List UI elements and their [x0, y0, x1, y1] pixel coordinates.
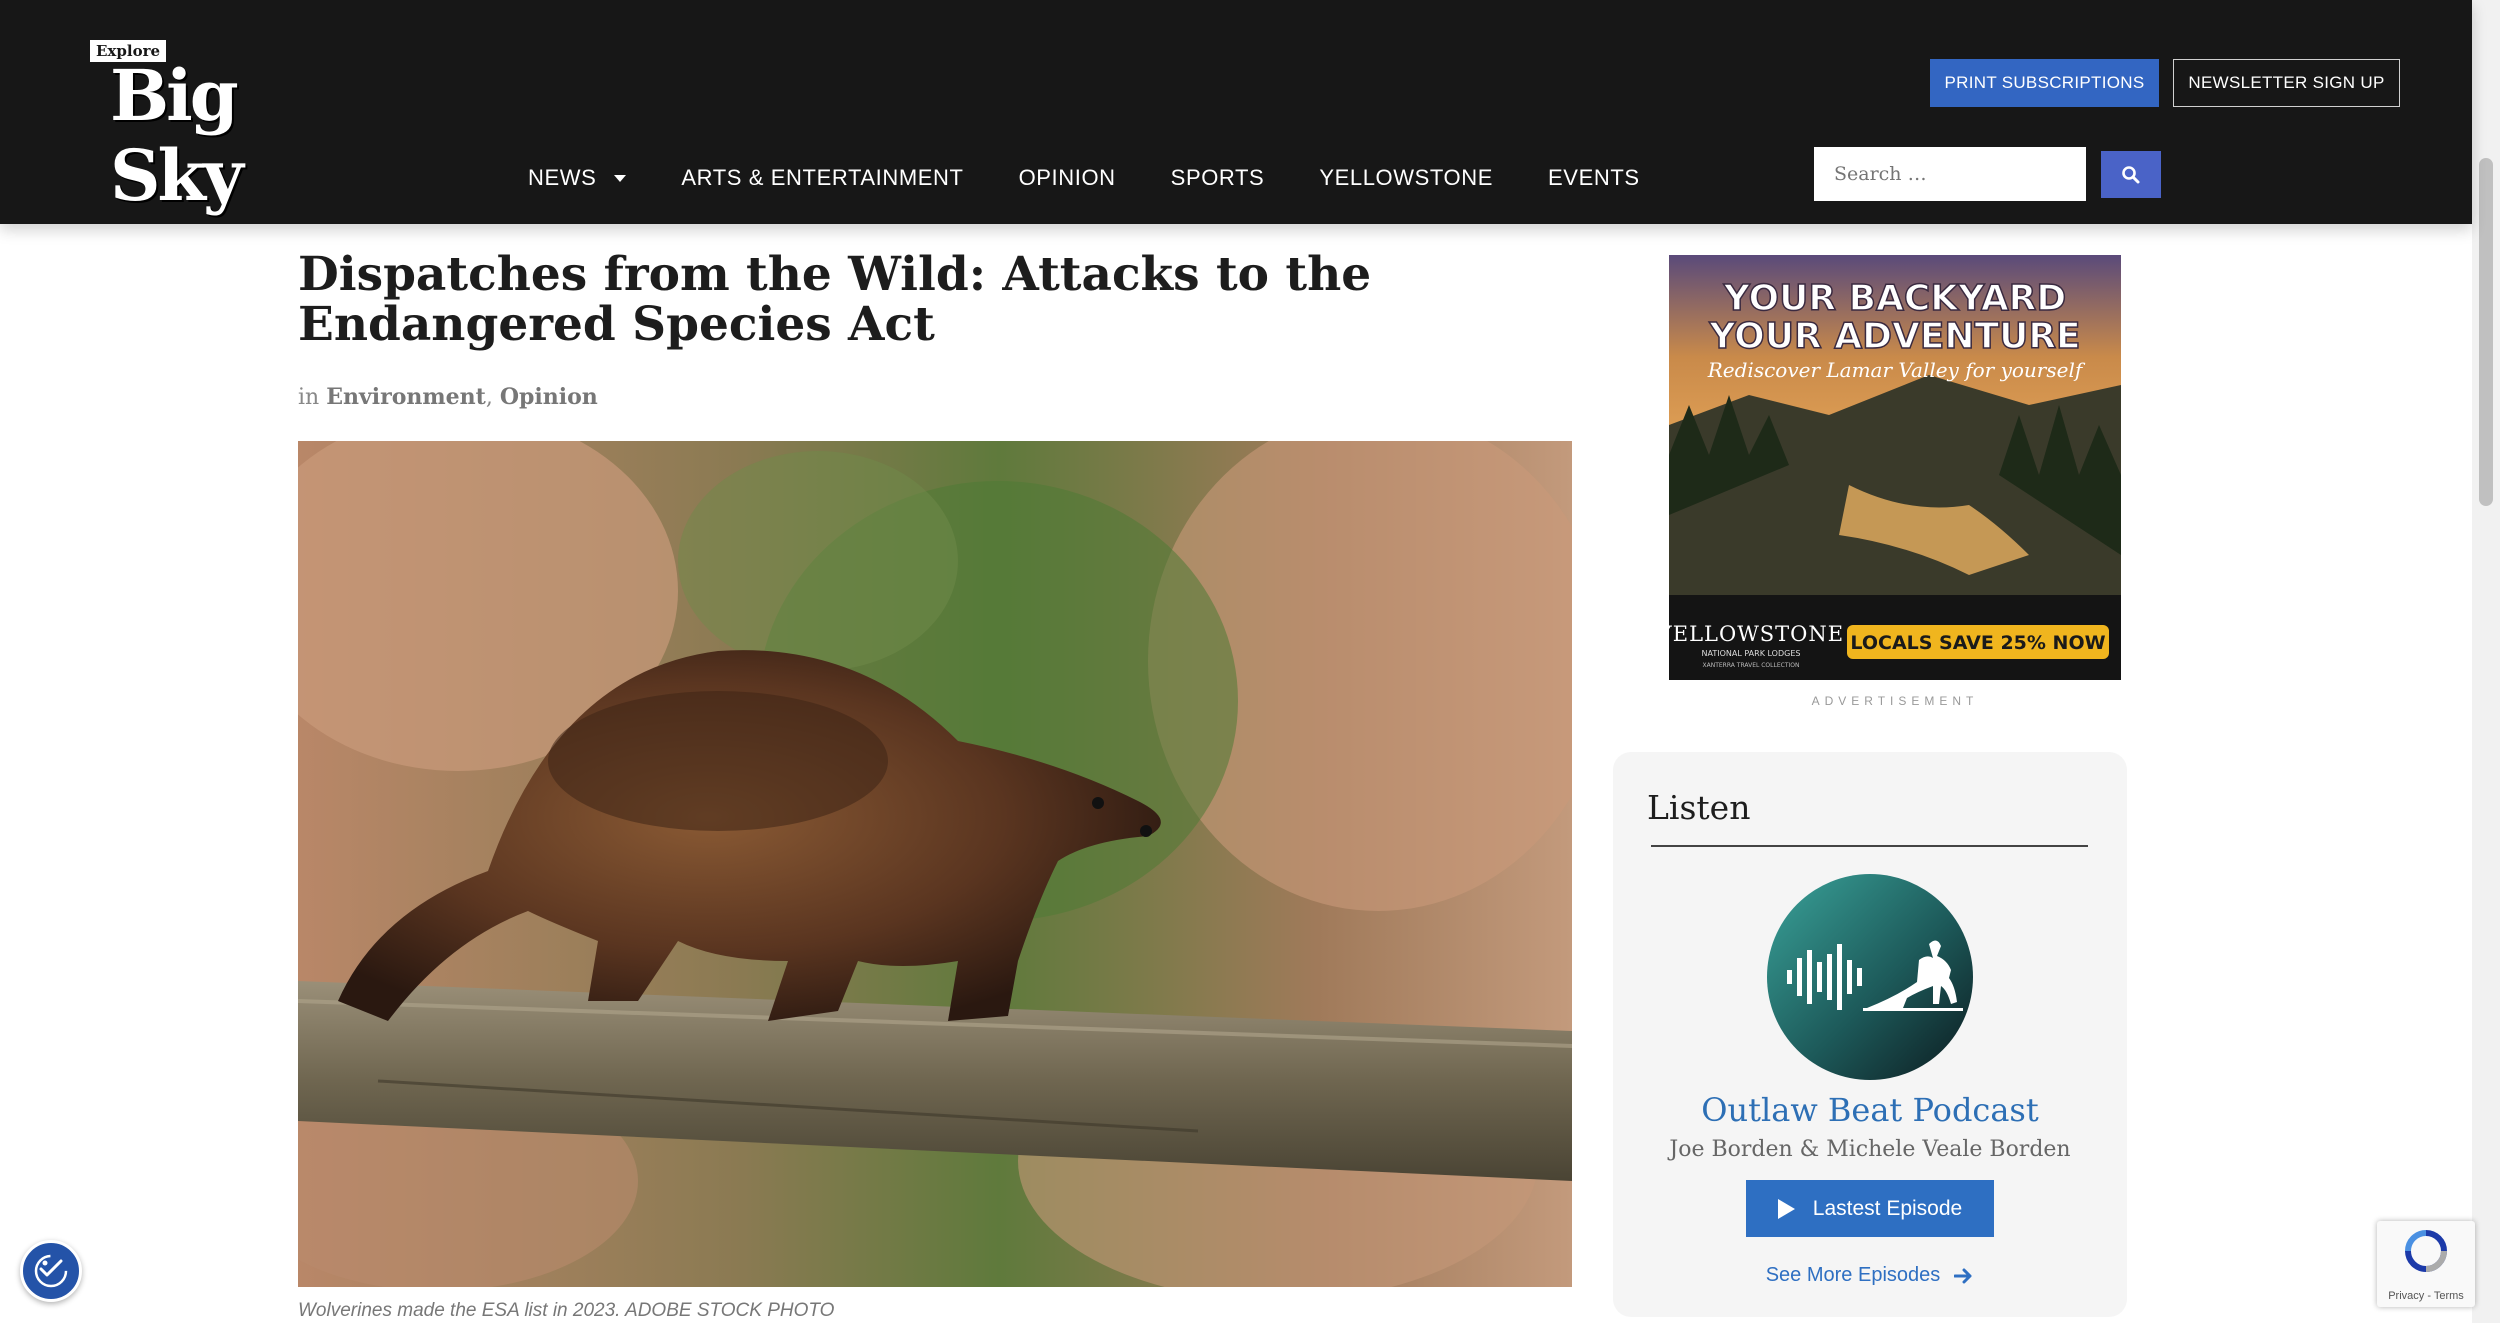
newsletter-signup-button[interactable]: NEWSLETTER SIGN UP: [2173, 59, 2400, 107]
ad-headline-1: YOUR BACKYARD: [1723, 278, 2067, 319]
podcast-title-link[interactable]: Outlaw Beat Podcast: [1613, 1091, 2127, 1129]
see-more-episodes-link[interactable]: See More Episodes: [1613, 1264, 2127, 1287]
article-title: Dispatches from the Wild: Attacks to the…: [298, 247, 1372, 352]
image-caption: Wolverines made the ESA list in 2023. AD…: [298, 1300, 835, 1321]
search-button[interactable]: [2101, 151, 2161, 198]
search-input[interactable]: [1814, 147, 2086, 201]
scrollbar-thumb[interactable]: [2479, 158, 2493, 506]
nav-item-events[interactable]: EVENTS: [1548, 165, 1640, 191]
ad-brand: YELLOWSTONE: [1669, 622, 1844, 646]
category-link-opinion[interactable]: Opinion: [500, 384, 598, 410]
article-categories: in Environment, Opinion: [298, 384, 598, 410]
advertisement-label: ADVERTISEMENT: [1811, 694, 1979, 708]
nav-item-news[interactable]: NEWS: [528, 165, 627, 191]
nav-item-sports[interactable]: SPORTS: [1171, 165, 1265, 191]
hero-image: [298, 441, 1572, 1287]
divider: [1651, 845, 2088, 847]
category-separator: ,: [485, 385, 500, 410]
recaptcha-legal[interactable]: Privacy - Terms: [2377, 1290, 2475, 1302]
ad-brand-sub2: XANTERRA TRAVEL COLLECTION: [1703, 662, 1800, 669]
accessibility-icon: [34, 1254, 68, 1288]
site-logo[interactable]: Explore Big Sky: [90, 36, 370, 216]
podcast-cover[interactable]: [1767, 874, 1973, 1080]
podcast-cover-art: [1767, 874, 1973, 1080]
ad-artwork: YOUR BACKYARD YOUR ADVENTURE Rediscover …: [1669, 255, 2121, 680]
nav-item-arts-entertainment[interactable]: ARTS & ENTERTAINMENT: [681, 165, 963, 191]
see-more-episodes-label: See More Episodes: [1765, 1264, 1941, 1286]
listen-heading: Listen: [1647, 788, 1751, 827]
categories-prefix: in: [298, 385, 320, 410]
category-link-environment[interactable]: Environment: [326, 384, 486, 410]
play-icon: [1777, 1198, 1795, 1219]
nav-item-label: NEWS: [528, 165, 597, 190]
latest-episode-label: Lastest Episode: [1812, 1196, 1963, 1220]
accessibility-button[interactable]: [20, 1240, 82, 1302]
ad-brand-sub: NATIONAL PARK LODGES: [1702, 649, 1801, 658]
search-icon: [2122, 165, 2140, 183]
ad-headline-2: YOUR ADVENTURE: [1708, 316, 2080, 357]
arrow-right-icon: [1954, 1268, 1972, 1283]
recaptcha-badge[interactable]: Privacy - Terms: [2377, 1221, 2475, 1307]
ad-cta: LOCALS SAVE 25% NOW: [1850, 632, 2105, 654]
recaptcha-icon: [2405, 1230, 2447, 1272]
wolverine-photo: [298, 441, 1572, 1287]
chevron-down-icon: [614, 174, 627, 182]
latest-episode-button[interactable]: Lastest Episode: [1746, 1180, 1994, 1237]
print-subscriptions-button[interactable]: PRINT SUBSCRIPTIONS: [1930, 59, 2159, 107]
ad-tagline: Rediscover Lamar Valley for yourself: [1707, 358, 2086, 382]
podcast-hosts: Joe Borden & Michele Veale Borden: [1669, 1137, 2071, 1162]
main-nav: NEWS ARTS & ENTERTAINMENT OPINION SPORTS…: [528, 160, 1695, 196]
nav-item-yellowstone[interactable]: YELLOWSTONE: [1319, 165, 1493, 191]
listen-widget: Listen Outlaw Beat Podcast Joe Borden & …: [1613, 752, 2127, 1317]
site-header: Explore Big Sky PRINT SUBSCRIPTIONS NEWS…: [0, 0, 2472, 224]
nav-item-opinion[interactable]: OPINION: [1019, 165, 1116, 191]
advertisement-banner[interactable]: YOUR BACKYARD YOUR ADVENTURE Rediscover …: [1669, 255, 2121, 680]
logo-main-text: Big Sky: [110, 54, 244, 217]
